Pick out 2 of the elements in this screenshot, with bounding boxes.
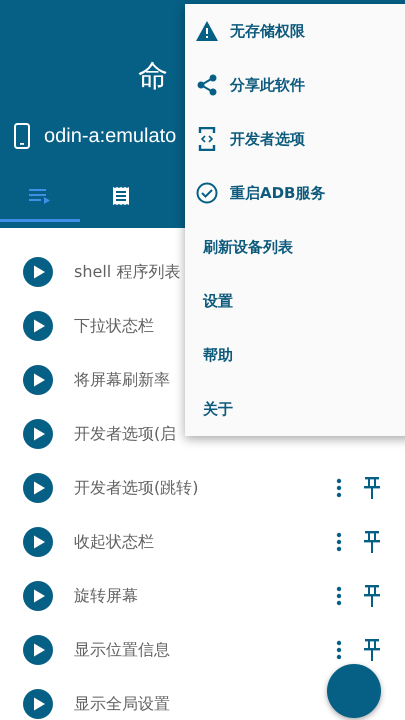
screen-title: 命 <box>138 58 168 96</box>
device-name: odin-a:emulato <box>44 124 176 148</box>
